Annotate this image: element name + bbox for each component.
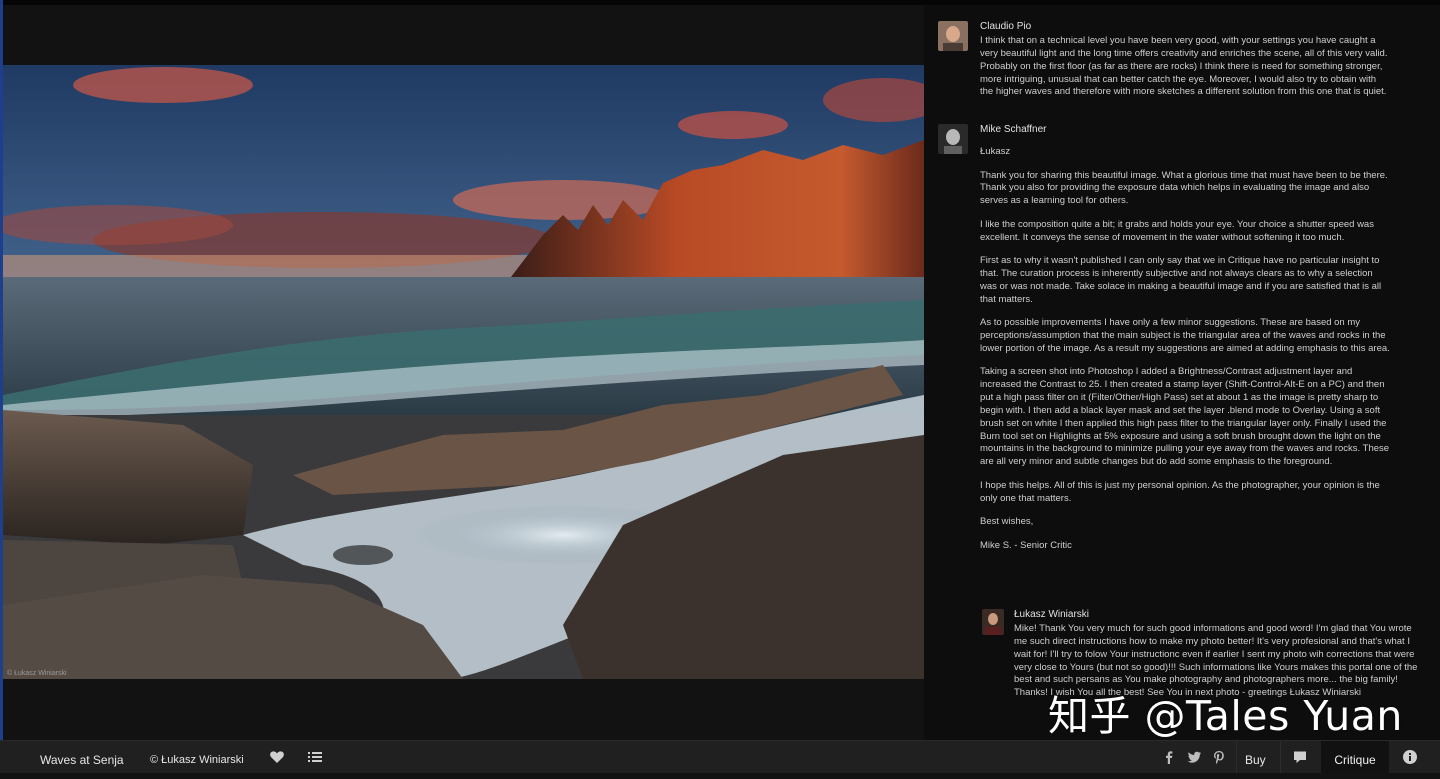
photo-title: Waves at Senja (40, 753, 124, 767)
list-icon[interactable] (307, 749, 323, 765)
comment-signature: Mike S. - Senior Critic (980, 539, 1072, 551)
comment-icon[interactable] (1292, 749, 1308, 765)
critique-comments-panel[interactable]: Claudio Pio I think that on a technical … (924, 5, 1440, 740)
info-icon[interactable] (1402, 749, 1418, 765)
comment-text: I think that on a technical level you ha… (980, 35, 1388, 98)
comment-paragraph: Thank you for sharing this beautiful ima… (980, 169, 1388, 207)
twitter-icon[interactable] (1186, 749, 1202, 765)
tab-critique[interactable]: Critique (1321, 741, 1389, 773)
facebook-icon[interactable] (1161, 749, 1177, 765)
toolbar-divider (1236, 741, 1237, 773)
avatar[interactable] (982, 609, 1004, 635)
avatar[interactable] (938, 124, 968, 154)
heart-icon[interactable] (269, 749, 285, 765)
photo-toolbar: Waves at Senja © Łukasz Winiarski Buy Cr… (0, 740, 1440, 773)
comment-paragraph: Łukasz (980, 146, 1011, 157)
photo-landscape-image (3, 65, 924, 679)
comment-paragraph: I like the composition quite a bit; it g… (980, 218, 1374, 243)
photo-viewer: © Łukasz Winiarski (3, 5, 924, 740)
comment-paragraph: First as to why it wasn't published I ca… (980, 255, 1382, 305)
photo-author-link[interactable]: © Łukasz Winiarski (150, 741, 244, 773)
comment-paragraph: As to possible improvements I have only … (980, 317, 1390, 354)
pinterest-icon[interactable] (1211, 749, 1227, 765)
tab-critique-label: Critique (1334, 753, 1376, 767)
photo-credit-overlay: © Łukasz Winiarski (7, 670, 67, 677)
avatar[interactable] (938, 21, 968, 51)
comment-author[interactable]: Claudio Pio (980, 20, 1390, 33)
comment-paragraph: Taking a screen shot into Photoshop I ad… (980, 366, 1390, 468)
comment-author[interactable]: Łukasz Winiarski (1014, 608, 1426, 621)
comment-paragraph: Best wishes, (980, 516, 1034, 528)
watermark-overlay: 知乎 @Tales Yuan (1048, 692, 1403, 740)
toolbar-divider (1280, 741, 1281, 773)
main-photo[interactable]: © Łukasz Winiarski (3, 65, 924, 679)
comment-paragraph: I hope this helps. All of this is just m… (980, 479, 1380, 504)
buy-button[interactable]: Buy (1245, 741, 1266, 773)
comment-author[interactable]: Mike Schaffner (980, 123, 1390, 136)
